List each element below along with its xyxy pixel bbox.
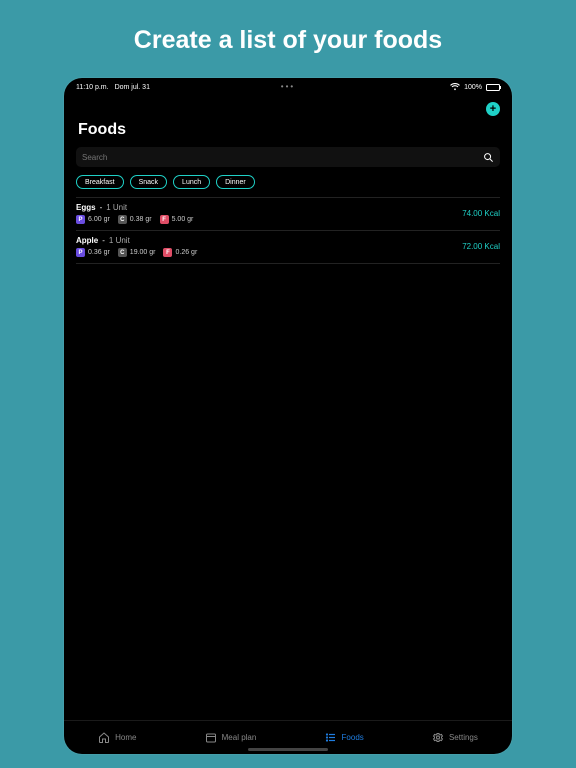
device-frame: 11:10 p.m. Dom jul. 31 ••• 100% + Foods …	[64, 78, 512, 754]
tab-foods[interactable]: Foods	[325, 732, 364, 744]
tab-label: Meal plan	[222, 733, 257, 742]
gear-icon	[432, 732, 444, 744]
fat-badge-icon: F	[163, 248, 172, 257]
list-item[interactable]: Apple - 1 Unit P0.36 gr C19.00 gr F0.26 …	[76, 230, 500, 263]
tab-settings[interactable]: Settings	[432, 732, 478, 744]
fat-value: 0.26 gr	[175, 249, 197, 256]
food-list: Eggs - 1 Unit P6.00 gr C0.38 gr F5.00 gr…	[64, 197, 512, 264]
search-icon[interactable]	[483, 152, 494, 163]
kcal-value: 72.00 Kcal	[462, 236, 500, 251]
carb-badge-icon: C	[118, 215, 127, 224]
promo-title: Create a list of your foods	[0, 0, 576, 73]
tab-meal-plan[interactable]: Meal plan	[205, 732, 257, 744]
protein-badge-icon: P	[76, 248, 85, 257]
battery-icon	[486, 84, 500, 91]
food-sep: -	[100, 203, 103, 212]
search-field[interactable]	[76, 147, 500, 167]
tab-label: Settings	[449, 733, 478, 742]
status-bar: 11:10 p.m. Dom jul. 31 ••• 100%	[64, 78, 512, 93]
protein-value: 0.36 gr	[88, 249, 110, 256]
page-title: Foods	[64, 93, 512, 147]
fat-badge-icon: F	[160, 215, 169, 224]
food-name: Eggs	[76, 203, 96, 212]
tab-home[interactable]: Home	[98, 732, 136, 744]
tab-label: Foods	[342, 733, 364, 742]
carb-badge-icon: C	[118, 248, 127, 257]
carb-value: 19.00 gr	[130, 249, 156, 256]
calendar-icon	[205, 732, 217, 744]
food-unit: 1 Unit	[109, 236, 130, 245]
list-icon	[325, 732, 337, 744]
kcal-value: 74.00 Kcal	[462, 203, 500, 218]
list-item[interactable]: Eggs - 1 Unit P6.00 gr C0.38 gr F5.00 gr…	[76, 197, 500, 230]
protein-badge-icon: P	[76, 215, 85, 224]
filter-chips: Breakfast Snack Lunch Dinner	[64, 175, 512, 197]
add-food-button[interactable]: +	[486, 102, 500, 116]
tab-label: Home	[115, 733, 136, 742]
food-unit: 1 Unit	[106, 203, 127, 212]
fat-value: 5.00 gr	[172, 216, 194, 223]
search-input[interactable]	[82, 153, 483, 162]
food-sep: -	[102, 236, 105, 245]
food-name: Apple	[76, 236, 98, 245]
chip-dinner[interactable]: Dinner	[216, 175, 255, 189]
home-icon	[98, 732, 110, 744]
chip-snack[interactable]: Snack	[130, 175, 167, 189]
chip-lunch[interactable]: Lunch	[173, 175, 210, 189]
multitask-dots-icon: •••	[64, 82, 512, 91]
protein-value: 6.00 gr	[88, 216, 110, 223]
carb-value: 0.38 gr	[130, 216, 152, 223]
home-indicator[interactable]	[248, 748, 328, 751]
chip-breakfast[interactable]: Breakfast	[76, 175, 124, 189]
